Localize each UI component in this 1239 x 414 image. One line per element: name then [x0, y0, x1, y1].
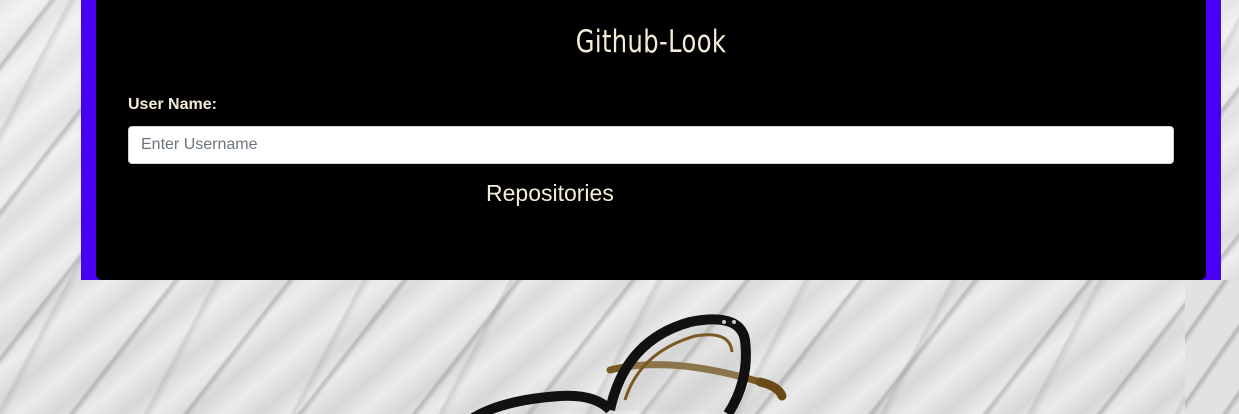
marble-background-strip [1185, 280, 1239, 414]
main-card: Github-Look User Name: Repositories [96, 0, 1206, 280]
eyeglasses-image [470, 314, 787, 414]
page-title: Github-Look [575, 24, 727, 60]
username-input[interactable] [128, 126, 1174, 164]
repositories-heading: Repositories [486, 180, 614, 206]
username-label: User Name: [128, 96, 217, 113]
